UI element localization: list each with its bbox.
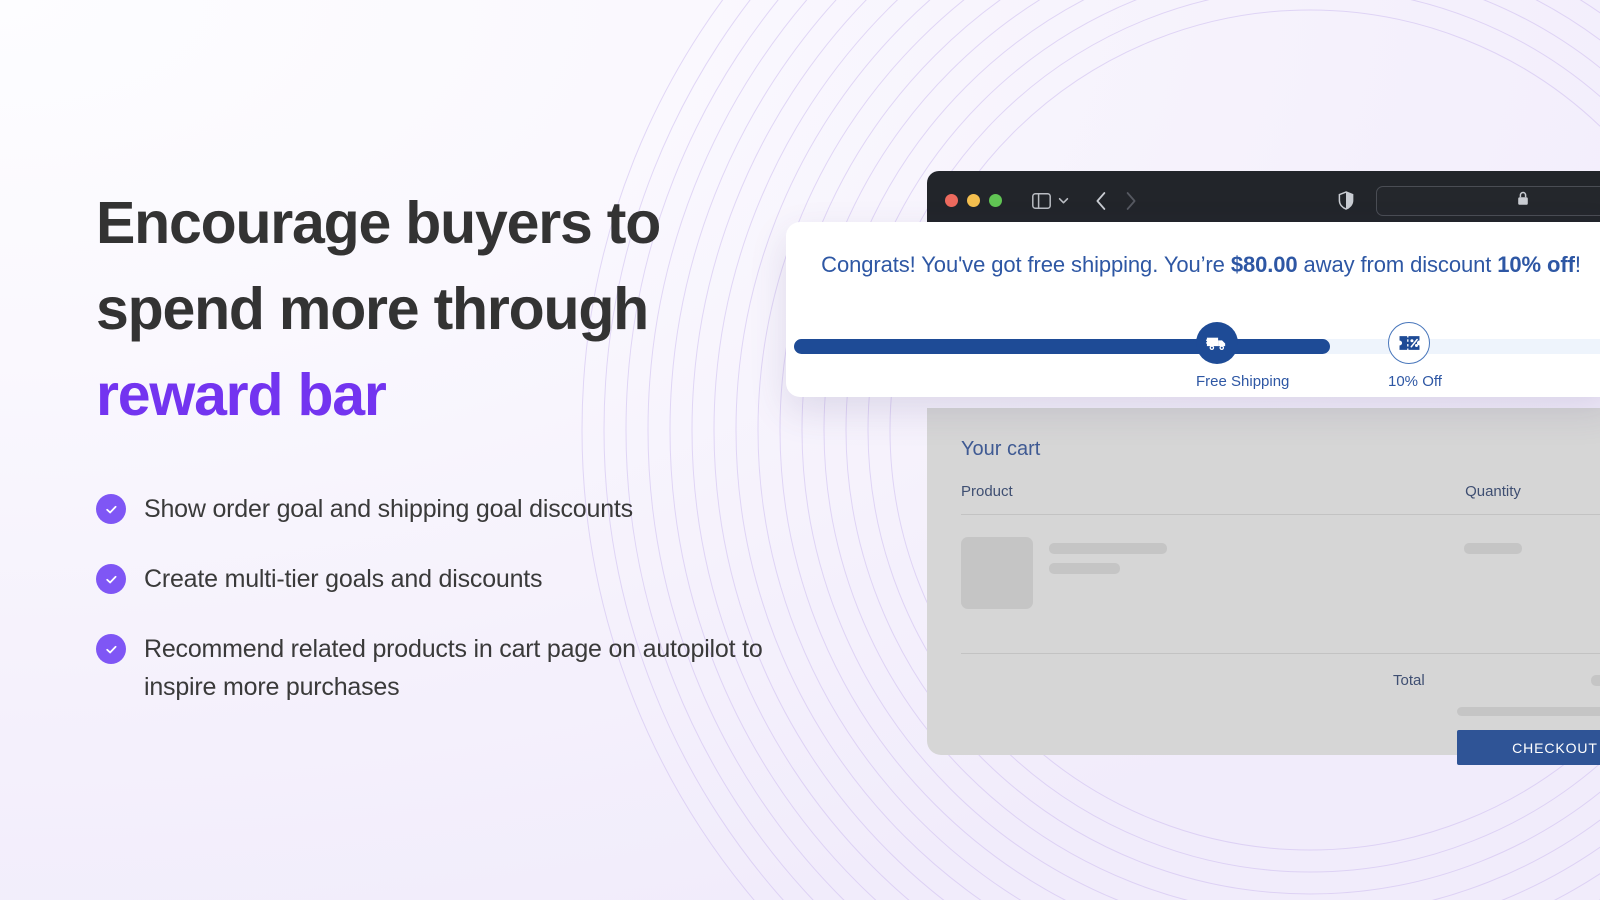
progress-fill	[794, 339, 1330, 354]
check-circle-icon	[96, 634, 126, 664]
reward-message-middle: away from discount	[1297, 252, 1498, 277]
column-header-product: Product	[961, 483, 1013, 500]
product-variant-skeleton	[1049, 563, 1120, 574]
feature-label: Create multi-tier goals and discounts	[144, 565, 543, 593]
quantity-skeleton	[1464, 543, 1522, 554]
list-item: Show order goal and shipping goal discou…	[96, 490, 796, 528]
column-header-quantity: Quantity	[1465, 483, 1521, 500]
milestone-label: 10% Off	[1388, 373, 1442, 390]
summary-note-skeleton	[1457, 707, 1600, 716]
hero-section: Encourage buyers to spend more through r…	[96, 180, 796, 738]
headline-line-2: spend more through	[96, 276, 649, 342]
cart-table-header: Product Quantity Total	[961, 483, 1600, 515]
reward-bar-banner: Congrats! You've got free shipping. You’…	[786, 222, 1600, 397]
minimize-window-button[interactable]	[967, 194, 980, 207]
headline-line-1: Encourage buyers to	[96, 190, 661, 256]
grand-total-skeleton	[1591, 675, 1600, 686]
feature-label: Recommend related products in cart page …	[144, 635, 763, 701]
cart-page: Your cart Product Quantity Total CHECKOU…	[927, 408, 1600, 765]
reward-discount-value: 10% off	[1497, 252, 1575, 277]
milestone-label: Free Shipping	[1196, 373, 1290, 390]
reward-message-prefix: Congrats! You've got free shipping. You’…	[821, 252, 1231, 277]
feature-label: Show order goal and shipping goal discou…	[144, 495, 633, 523]
grand-total-row: Total	[1393, 672, 1600, 689]
address-bar[interactable]	[1376, 185, 1600, 216]
product-text-placeholder	[1049, 537, 1167, 609]
reward-progress: Free Shipping 10% Off	[786, 322, 1600, 397]
cart-divider	[961, 653, 1600, 654]
maximize-window-button[interactable]	[989, 194, 1002, 207]
list-item: Create multi-tier goals and discounts	[96, 560, 796, 598]
product-thumbnail-placeholder	[961, 537, 1033, 609]
milestone-free-shipping[interactable]: Free Shipping	[1196, 322, 1290, 390]
sidebar-icon[interactable]	[1032, 192, 1051, 209]
check-circle-icon	[96, 564, 126, 594]
grand-total-label: Total	[1393, 672, 1425, 689]
page-title: Encourage buyers to spend more through r…	[96, 180, 796, 438]
chevron-down-icon[interactable]	[1057, 194, 1070, 207]
product-title-skeleton	[1049, 543, 1167, 554]
reward-amount-remaining: $80.00	[1230, 252, 1298, 277]
shield-icon[interactable]	[1338, 191, 1354, 210]
window-controls	[945, 194, 1002, 207]
cart-heading: Your cart	[961, 438, 1041, 460]
column-header-total: Total	[1563, 483, 1600, 500]
reward-message: Congrats! You've got free shipping. You’…	[810, 252, 1592, 278]
reward-message-suffix: !	[1574, 252, 1581, 277]
table-row	[961, 515, 1600, 609]
list-item: Recommend related products in cart page …	[96, 630, 796, 706]
check-circle-icon	[96, 494, 126, 524]
close-window-button[interactable]	[945, 194, 958, 207]
quantity-cell	[1423, 537, 1563, 554]
lock-icon	[1517, 191, 1529, 211]
coupon-percent-icon	[1388, 322, 1430, 364]
line-total-cell	[1563, 537, 1600, 554]
milestone-discount[interactable]: 10% Off	[1388, 322, 1442, 390]
chevron-left-icon[interactable]	[1094, 191, 1108, 211]
chevron-right-icon[interactable]	[1124, 191, 1138, 211]
headline-accent: reward bar	[96, 362, 387, 428]
truck-icon	[1196, 322, 1238, 364]
feature-list: Show order goal and shipping goal discou…	[96, 490, 796, 706]
cart-summary: Total CHECKOUT	[1393, 672, 1600, 765]
checkout-button[interactable]: CHECKOUT	[1457, 730, 1600, 765]
